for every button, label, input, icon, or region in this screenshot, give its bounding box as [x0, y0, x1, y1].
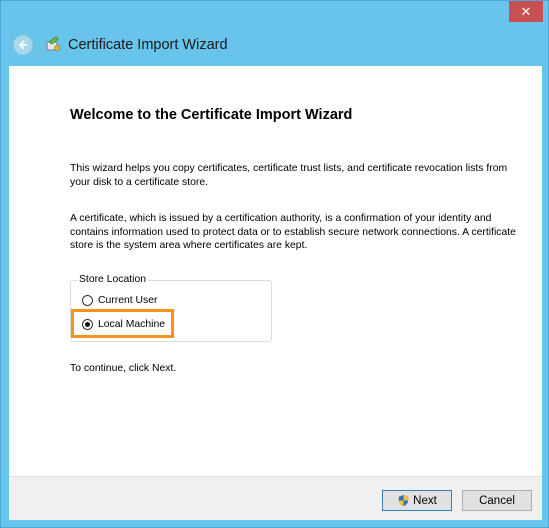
shield-icon [399, 494, 409, 507]
back-button[interactable] [13, 35, 33, 55]
wizard-window: ✕ Certificate Import Wizard Welcome to t… [0, 0, 549, 528]
cancel-label: Cancel [479, 494, 515, 507]
radio-local-machine[interactable]: Local Machine [82, 319, 165, 330]
next-label: Next [413, 494, 437, 507]
local-machine-radio[interactable] [82, 319, 93, 330]
wizard-content: Welcome to the Certificate Import Wizard… [9, 66, 542, 476]
close-icon: ✕ [520, 3, 532, 19]
certificate-wizard-icon [46, 36, 60, 51]
next-button[interactable]: Next [382, 490, 452, 511]
store-location-legend: Store Location [77, 274, 149, 285]
radio-current-user[interactable]: Current User [82, 295, 157, 306]
window-title: Certificate Import Wizard [68, 37, 228, 53]
intro-paragraph: This wizard helps you copy certificates,… [70, 163, 508, 188]
back-arrow-icon [18, 40, 27, 50]
local-machine-label: Local Machine [98, 319, 166, 330]
current-user-radio[interactable] [82, 295, 93, 306]
page-heading: Welcome to the Certificate Import Wizard [70, 107, 353, 123]
certificate-description: A certificate, which is issued by a cert… [70, 213, 516, 251]
current-user-label: Current User [98, 295, 158, 306]
cancel-button[interactable]: Cancel [462, 490, 532, 511]
wizard-footer: Next Cancel [9, 476, 542, 520]
close-button[interactable]: ✕ [509, 1, 543, 22]
store-location-group: Store Location Current User Local Machin… [70, 274, 272, 342]
continue-instruction: To continue, click Next. [70, 363, 177, 374]
